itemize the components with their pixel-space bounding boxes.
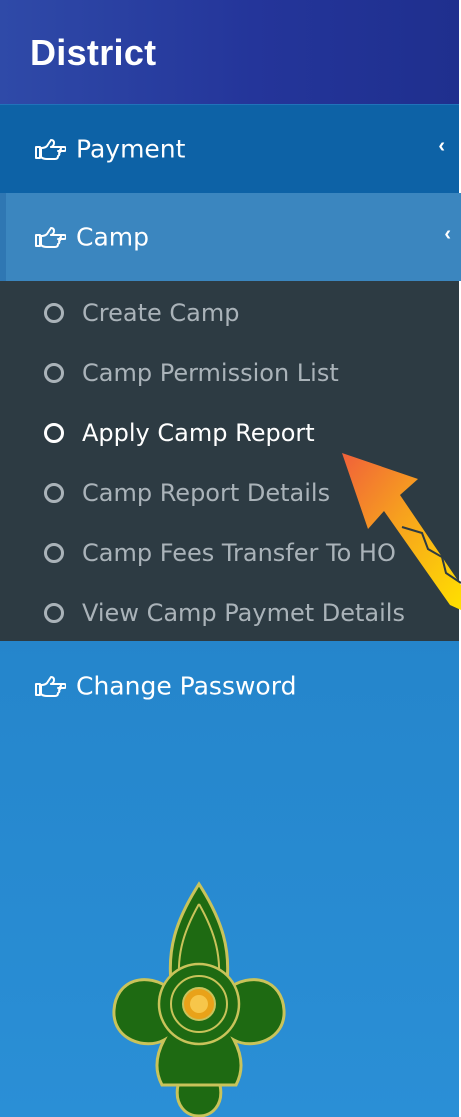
hand-pointer-icon	[35, 676, 66, 697]
submenu-item-camp-permission-list[interactable]: Camp Permission List	[0, 343, 459, 403]
chevron-left-icon: ‹	[438, 135, 445, 158]
circle-icon	[44, 543, 64, 563]
scouts-emblem-icon	[112, 881, 286, 1117]
circle-icon	[44, 363, 64, 383]
submenu-item-label: Apply Camp Report	[82, 419, 315, 447]
circle-icon	[44, 303, 64, 323]
sidebar-item-camp[interactable]: Camp ‹	[0, 193, 461, 281]
sidebar-item-change-password[interactable]: Change Password	[0, 642, 459, 730]
submenu-item-label: Camp Report Details	[82, 479, 331, 507]
chevron-left-icon: ‹	[444, 223, 451, 246]
submenu-item-label: Create Camp	[82, 299, 240, 327]
circle-icon	[44, 483, 64, 503]
hand-pointer-icon	[35, 139, 66, 160]
sidebar-item-payment[interactable]: Payment ‹	[0, 105, 459, 193]
sidebar: District Payment ‹ Camp ‹ Create Camp Ca…	[0, 0, 461, 1117]
circle-icon	[44, 603, 64, 623]
sidebar-item-change-password-label: Change Password	[76, 671, 297, 701]
submenu-item-label: Camp Permission List	[82, 359, 339, 387]
hand-pointer-icon	[35, 227, 66, 248]
brand-title: District	[30, 32, 157, 73]
submenu-item-create-camp[interactable]: Create Camp	[0, 283, 459, 343]
sidebar-brand-header: District	[0, 0, 459, 104]
circle-icon	[44, 423, 64, 443]
pointer-arrow-icon	[342, 453, 461, 610]
sidebar-item-camp-label: Camp	[76, 222, 149, 252]
sidebar-item-payment-label: Payment	[76, 134, 186, 164]
